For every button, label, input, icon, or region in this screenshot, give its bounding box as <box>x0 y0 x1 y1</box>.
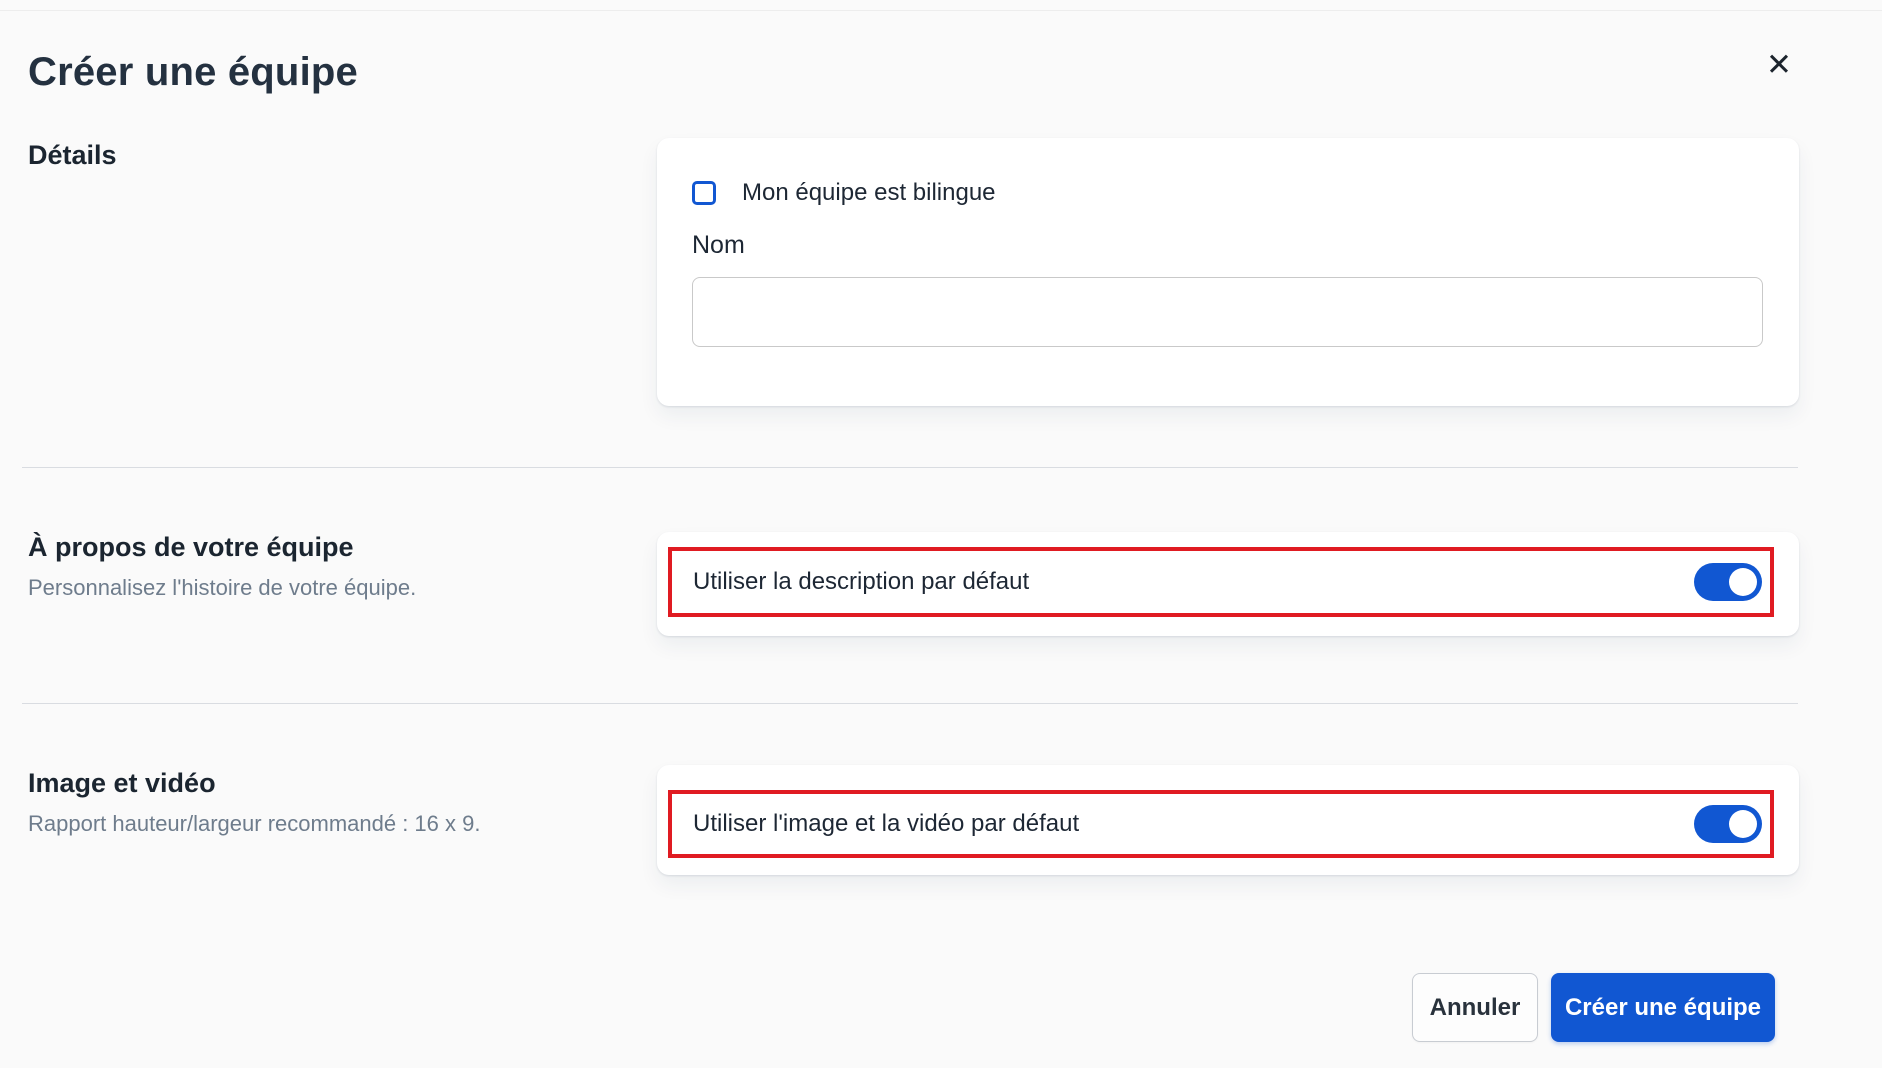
toggle-knob <box>1729 568 1757 596</box>
bilingual-checkbox-row[interactable]: Mon équipe est bilingue <box>692 178 996 208</box>
use-default-description-toggle[interactable] <box>1694 563 1762 601</box>
create-team-modal: Créer une équipe ✕ Détails Mon équipe es… <box>0 0 1882 1068</box>
section-subtitle-about: Personnalisez l'histoire de votre équipe… <box>28 575 417 600</box>
section-divider <box>22 703 1798 704</box>
bilingual-checkbox[interactable] <box>692 181 716 205</box>
top-divider <box>0 10 1882 11</box>
section-subtitle-media: Rapport hauteur/largeur recommandé : 16 … <box>28 811 481 836</box>
create-team-button[interactable]: Créer une équipe <box>1551 973 1775 1042</box>
media-card: Utiliser l'image et la vidéo par défaut <box>657 765 1799 875</box>
annotation-highlight-box: Utiliser la description par défaut <box>668 547 1774 617</box>
cancel-button[interactable]: Annuler <box>1412 973 1538 1042</box>
name-label: Nom <box>692 231 745 259</box>
use-default-media-toggle[interactable] <box>1694 805 1762 843</box>
toggle-knob <box>1729 810 1757 838</box>
page-title: Créer une équipe <box>28 50 358 94</box>
section-heading-media: Image et vidéo <box>28 768 216 798</box>
use-default-media-label: Utiliser l'image et la vidéo par défaut <box>693 810 1080 837</box>
about-card: Utiliser la description par défaut <box>657 532 1799 636</box>
annotation-highlight-box: Utiliser l'image et la vidéo par défaut <box>668 790 1774 858</box>
bilingual-checkbox-label[interactable]: Mon équipe est bilingue <box>742 179 996 207</box>
name-input[interactable] <box>692 277 1763 347</box>
use-default-description-label: Utiliser la description par défaut <box>693 568 1030 595</box>
close-icon[interactable]: ✕ <box>1750 36 1808 94</box>
section-heading-details: Détails <box>28 140 117 170</box>
section-heading-about: À propos de votre équipe <box>28 532 354 562</box>
section-divider <box>22 467 1798 468</box>
details-card: Mon équipe est bilingue Nom <box>657 138 1799 406</box>
